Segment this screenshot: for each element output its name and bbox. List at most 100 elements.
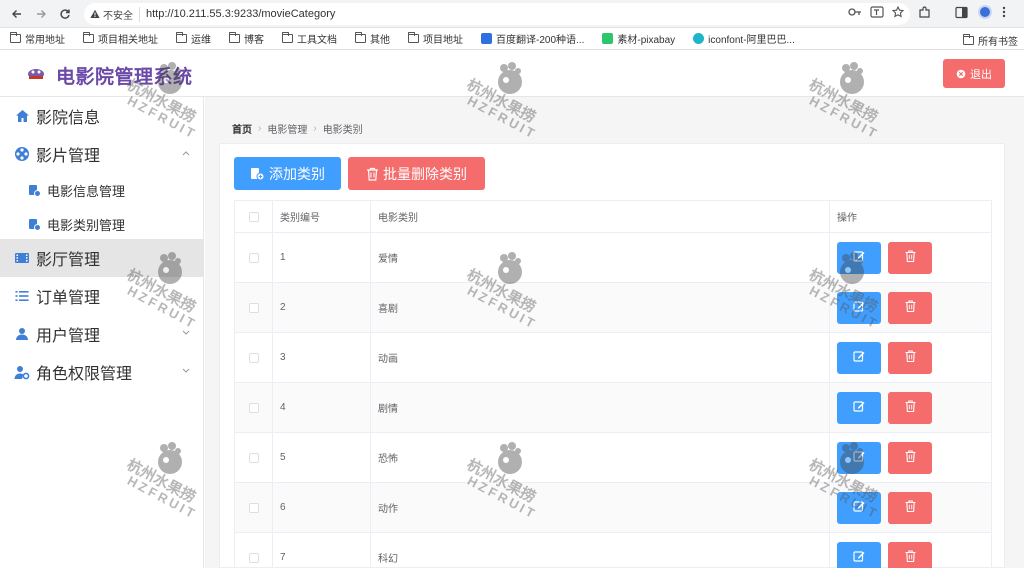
key-icon[interactable] bbox=[848, 6, 862, 18]
chevron-down-icon bbox=[182, 366, 190, 377]
cell-category-name: 动作 bbox=[371, 483, 830, 532]
sidebar-item-user-manage[interactable]: 用户管理 bbox=[0, 315, 204, 353]
side-panel-icon[interactable] bbox=[955, 6, 968, 19]
cell-actions bbox=[830, 533, 991, 568]
add-category-button[interactable]: 添加类别 bbox=[234, 157, 341, 190]
table-row: 1 爱情 bbox=[235, 233, 991, 283]
edit-button[interactable] bbox=[837, 391, 881, 424]
edit-button[interactable] bbox=[837, 291, 881, 324]
pixabay-icon bbox=[602, 33, 614, 44]
bookmarks-bar: 常用地址 项目相关地址 运维 博客 工具文档 其他 项目地址 百度翻译-200种… bbox=[0, 28, 1024, 50]
delete-button[interactable] bbox=[888, 491, 932, 524]
sidebar-item-role-permission[interactable]: 角色权限管理 bbox=[0, 353, 204, 391]
logout-icon bbox=[956, 69, 966, 78]
sidebar-item-movie-manage[interactable]: 影片管理 bbox=[0, 135, 204, 173]
row-checkbox[interactable] bbox=[248, 252, 259, 263]
back-button[interactable] bbox=[6, 3, 28, 25]
folder-icon bbox=[963, 34, 974, 45]
table-row: 5 恐怖 bbox=[235, 433, 991, 483]
table-row: 3 动画 bbox=[235, 333, 991, 383]
cell-category-id: 3 bbox=[273, 333, 371, 382]
bookmark-item[interactable]: 项目相关地址 bbox=[83, 31, 158, 46]
delete-button[interactable] bbox=[888, 291, 932, 324]
delete-button[interactable] bbox=[888, 241, 932, 274]
bookmark-item[interactable]: iconfont-阿里巴巴... bbox=[693, 31, 795, 46]
baidu-translate-icon bbox=[481, 33, 492, 44]
breadcrumb-separator-icon: › bbox=[258, 123, 262, 134]
translate-icon[interactable] bbox=[870, 6, 884, 18]
sidebar-item-cinema-info[interactable]: 影院信息 bbox=[0, 97, 204, 135]
sidebar-subitem-movie-info[interactable]: 电影信息管理 bbox=[0, 173, 204, 207]
bookmark-item[interactable]: 工具文档 bbox=[282, 31, 337, 46]
breadcrumb-home[interactable]: 首页 bbox=[232, 121, 252, 136]
profile-avatar[interactable] bbox=[978, 5, 992, 19]
bookmark-item[interactable]: 常用地址 bbox=[10, 31, 65, 46]
trash-icon bbox=[905, 350, 916, 365]
bookmark-item[interactable]: 其他 bbox=[355, 31, 390, 46]
batch-delete-button[interactable]: 批量删除类别 bbox=[348, 157, 485, 190]
user-icon bbox=[14, 326, 30, 342]
edit-button[interactable] bbox=[837, 241, 881, 274]
cell-category-name: 恐怖 bbox=[371, 433, 830, 482]
cell-category-id: 2 bbox=[273, 283, 371, 332]
select-all-checkbox[interactable] bbox=[248, 211, 259, 222]
add-doc-icon bbox=[251, 167, 265, 180]
reload-button[interactable] bbox=[54, 3, 76, 25]
cinema-logo-icon bbox=[28, 69, 44, 79]
column-header-name: 电影类别 bbox=[371, 201, 830, 232]
folder-icon bbox=[176, 32, 187, 43]
delete-button[interactable] bbox=[888, 441, 932, 474]
cell-category-id: 7 bbox=[273, 533, 371, 568]
sidebar-item-hall-manage[interactable]: 影厅管理 bbox=[0, 239, 204, 277]
address-bar[interactable]: 不安全 http://10.211.55.3:9233/movieCategor… bbox=[84, 3, 910, 25]
cell-actions bbox=[830, 233, 991, 282]
arrow-left-icon bbox=[12, 10, 21, 18]
list-icon bbox=[14, 288, 30, 304]
cell-category-id: 6 bbox=[273, 483, 371, 532]
folder-icon bbox=[282, 32, 293, 43]
row-checkbox[interactable] bbox=[248, 452, 259, 463]
sidebar-subitem-movie-category[interactable]: 电影类别管理 bbox=[0, 207, 204, 241]
all-bookmarks[interactable]: 所有书签 bbox=[963, 33, 1018, 48]
column-header-id: 类别编号 bbox=[273, 201, 371, 232]
edit-button[interactable] bbox=[837, 341, 881, 374]
edit-icon bbox=[853, 500, 865, 515]
bookmark-item[interactable]: 素材-pixabay bbox=[602, 31, 675, 46]
delete-button[interactable] bbox=[888, 341, 932, 374]
edit-button[interactable] bbox=[837, 491, 881, 524]
security-label: 不安全 bbox=[103, 10, 133, 22]
trash-icon bbox=[905, 250, 916, 265]
sidebar-item-order-manage[interactable]: 订单管理 bbox=[0, 277, 204, 315]
content-panel: 添加类别 批量删除类别 类别编号 电影类别 操作 1 爱情 2 喜剧 3 动画 4 剧情 5 恐怖… bbox=[219, 143, 1005, 568]
edit-icon bbox=[853, 400, 865, 415]
forward-button[interactable] bbox=[30, 3, 52, 25]
bookmark-item[interactable]: 项目地址 bbox=[408, 31, 463, 46]
edit-button[interactable] bbox=[837, 441, 881, 474]
breadcrumb-movie-category: 电影类别 bbox=[322, 125, 363, 136]
security-indicator[interactable]: 不安全 bbox=[90, 6, 140, 22]
row-checkbox[interactable] bbox=[248, 552, 259, 563]
edit-icon bbox=[853, 300, 865, 315]
delete-button[interactable] bbox=[888, 391, 932, 424]
delete-button[interactable] bbox=[888, 541, 932, 568]
edit-button[interactable] bbox=[837, 541, 881, 568]
edit-icon bbox=[853, 350, 865, 365]
logout-button[interactable]: 退出 bbox=[943, 59, 1005, 88]
row-checkbox[interactable] bbox=[248, 302, 259, 313]
warning-icon bbox=[90, 9, 100, 18]
table-header: 类别编号 电影类别 操作 bbox=[235, 201, 991, 233]
row-checkbox[interactable] bbox=[248, 402, 259, 413]
movie-doc-icon bbox=[29, 218, 41, 231]
extensions-icon[interactable] bbox=[918, 5, 931, 19]
bookmark-item[interactable]: 运维 bbox=[176, 31, 211, 46]
star-icon[interactable] bbox=[892, 6, 904, 18]
bookmark-item[interactable]: 百度翻译-200种语... bbox=[481, 31, 584, 46]
row-checkbox[interactable] bbox=[248, 502, 259, 513]
row-checkbox[interactable] bbox=[248, 352, 259, 363]
table-row: 6 动作 bbox=[235, 483, 991, 533]
bookmark-item[interactable]: 博客 bbox=[229, 31, 264, 46]
chevron-down-icon bbox=[182, 328, 190, 339]
more-vertical-icon[interactable] bbox=[1002, 6, 1006, 18]
app-title: 电影院管理系统 bbox=[56, 67, 193, 88]
film-reel-icon bbox=[14, 146, 30, 162]
